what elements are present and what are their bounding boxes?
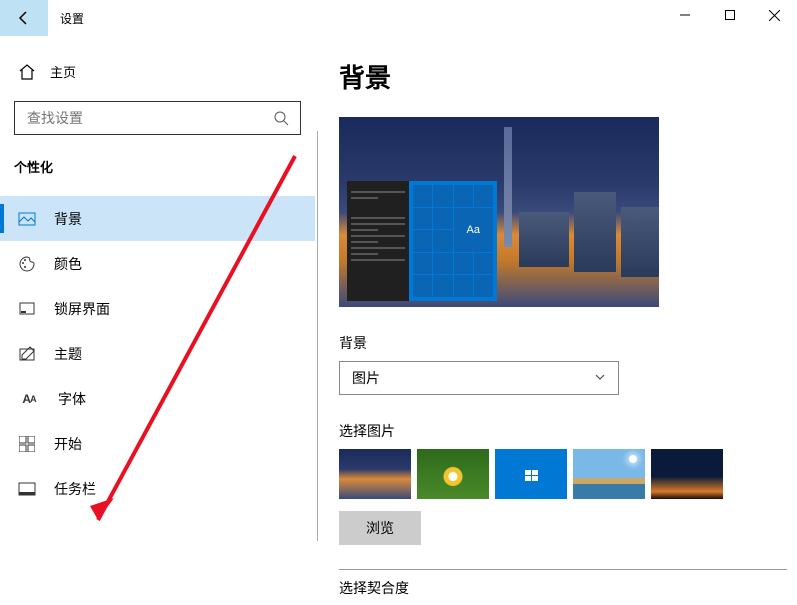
- picture-thumb[interactable]: [339, 449, 411, 499]
- sidebar-item-taskbar[interactable]: 任务栏: [0, 466, 315, 511]
- sidebar-item-label: 主题: [54, 344, 82, 364]
- maximize-button[interactable]: [707, 0, 752, 30]
- pencil-icon: [18, 345, 36, 363]
- search-input[interactable]: [25, 109, 272, 127]
- start-icon: [18, 435, 36, 453]
- picture-thumb[interactable]: [495, 449, 567, 499]
- preview-sample-text: Aa: [454, 208, 494, 252]
- sidebar-item-label: 锁屏界面: [54, 299, 110, 319]
- browse-button[interactable]: 浏览: [339, 511, 421, 545]
- preview-start-menu: Aa: [347, 181, 497, 301]
- picture-thumbnails: [339, 449, 787, 499]
- close-icon: [769, 10, 780, 21]
- sidebar-item-lockscreen[interactable]: 锁屏界面: [0, 286, 315, 331]
- minimize-icon: [680, 10, 690, 20]
- background-preview: Aa: [339, 117, 659, 307]
- search-icon: [272, 109, 290, 127]
- arrow-left-icon: [15, 9, 33, 27]
- page-title: 背景: [339, 58, 787, 95]
- sidebar-item-themes[interactable]: 主题: [0, 331, 315, 376]
- titlebar: 设置: [0, 0, 797, 36]
- nav-list: 背景 颜色 锁屏界面 主题 AA: [0, 196, 315, 511]
- section-header: 个性化: [14, 157, 301, 176]
- dropdown-value: 图片: [352, 368, 380, 388]
- chevron-down-icon: [594, 370, 606, 386]
- minimize-button[interactable]: [662, 0, 707, 30]
- back-button[interactable]: [0, 0, 48, 36]
- picture-icon: [18, 210, 36, 228]
- background-type-dropdown[interactable]: 图片: [339, 361, 619, 395]
- home-label: 主页: [50, 62, 76, 81]
- search-box[interactable]: [14, 101, 301, 135]
- sidebar-item-label: 开始: [54, 434, 82, 454]
- fit-section: 选择契合度: [339, 569, 787, 598]
- maximize-icon: [725, 10, 735, 20]
- window-controls: [662, 0, 797, 30]
- sidebar-item-start[interactable]: 开始: [0, 421, 315, 466]
- font-icon: AA: [18, 390, 40, 408]
- picture-thumb[interactable]: [651, 449, 723, 499]
- taskbar-icon: [18, 480, 36, 498]
- picture-thumb[interactable]: [417, 449, 489, 499]
- choose-picture-label: 选择图片: [339, 421, 787, 441]
- sidebar-item-label: 颜色: [54, 254, 82, 274]
- sidebar-item-label: 字体: [58, 389, 86, 409]
- window-title: 设置: [48, 10, 84, 27]
- sidebar: 主页 个性化 背景 颜色: [0, 36, 315, 605]
- lockscreen-icon: [18, 300, 36, 318]
- palette-icon: [18, 255, 36, 273]
- sidebar-item-label: 背景: [54, 209, 82, 229]
- sidebar-item-colors[interactable]: 颜色: [0, 241, 315, 286]
- fit-label: 选择契合度: [339, 578, 787, 598]
- sidebar-item-fonts[interactable]: AA 字体: [0, 376, 315, 421]
- home-button[interactable]: 主页: [14, 56, 301, 87]
- picture-thumb[interactable]: [573, 449, 645, 499]
- sidebar-item-background[interactable]: 背景: [0, 196, 315, 241]
- content-area: 背景 Aa: [315, 36, 797, 605]
- sidebar-item-label: 任务栏: [54, 479, 96, 499]
- scroll-indicator: [317, 131, 318, 541]
- home-icon: [18, 63, 36, 81]
- close-button[interactable]: [752, 0, 797, 30]
- background-label: 背景: [339, 333, 787, 353]
